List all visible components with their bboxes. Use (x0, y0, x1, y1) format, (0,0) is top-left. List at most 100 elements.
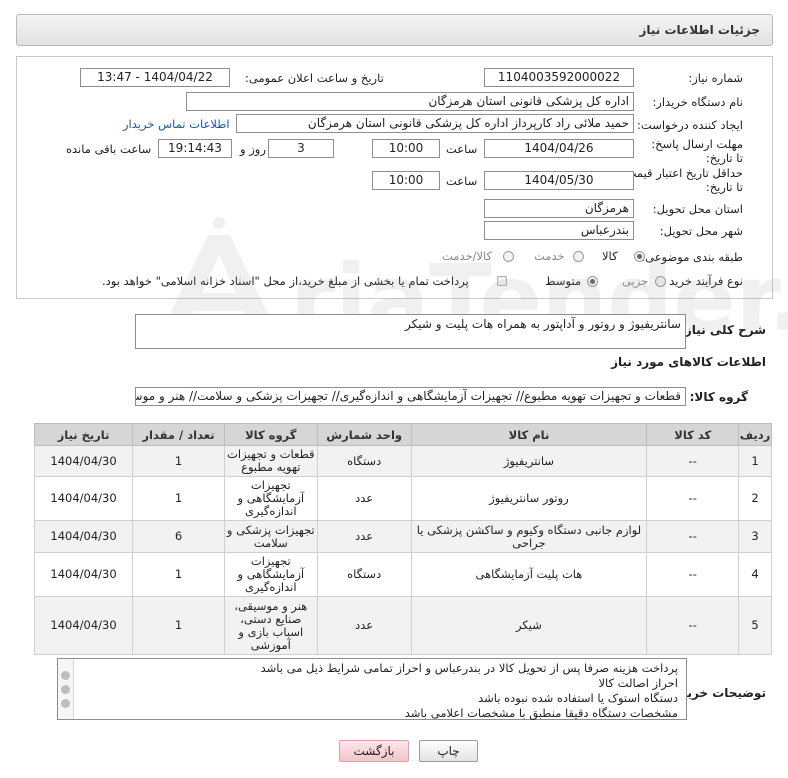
category-label: طبقه بندی موضوعی: (641, 250, 743, 264)
table-row[interactable]: 2 -- روتور سانتریفیوژ عدد تجهیزات آزمایش… (33, 476, 772, 521)
scroll-dot-icon (61, 671, 70, 680)
table-row[interactable]: 1 -- سانتریفیوژ دستگاه قطعات و تجهیزات ت… (33, 445, 772, 477)
creator-label: ایجاد کننده درخواست: (637, 118, 743, 132)
notes-line: دستگاه استوک یا استفاده شده نبوده باشد (478, 691, 678, 705)
cell-qty: 1 (132, 596, 225, 655)
col-code: کد کالا (646, 423, 740, 446)
goods-section-title: اطلاعات کالاهای مورد نیاز (611, 355, 766, 369)
category-goods-radio[interactable] (634, 251, 645, 262)
category-service-radio[interactable] (573, 251, 584, 262)
cell-date: 1404/04/30 (33, 476, 134, 521)
goods-table: ردیف کد کالا نام کالا واحد شمارش گروه کا… (33, 423, 772, 655)
remaining-time-label: ساعت باقی مانده (66, 142, 152, 156)
summary-textarea[interactable]: سانتریفیوژ و روتور و آداپتور به همراه ها… (135, 314, 686, 349)
col-qty: تعداد / مقدار (132, 423, 225, 446)
province-label: استان محل تحویل: (652, 202, 743, 216)
cell-group: قطعات و تجهیزات تهویه مطبوع (223, 445, 318, 477)
print-button[interactable]: چاپ (419, 740, 478, 762)
col-unit: واحد شمارش (316, 423, 412, 446)
notes-line: پرداخت هزینه صرفا پس از تحویل کالا در بن… (260, 661, 678, 675)
cell-code: -- (646, 552, 740, 597)
table-row[interactable]: 4 -- هات پلیت آزمایشگاهی دستگاه تجهیزات … (33, 552, 772, 597)
treasury-payment-checkbox[interactable] (497, 276, 507, 286)
cell-name: هات پلیت آزمایشگاهی (410, 552, 648, 597)
days-label: روز و (240, 142, 266, 156)
cell-group: تجهیزات آزمایشگاهی و اندازه‌گیری (223, 552, 318, 597)
buyer-contact-link[interactable]: اطلاعات تماس خریدار (123, 117, 230, 131)
cell-date: 1404/04/30 (33, 520, 134, 553)
cell-unit: عدد (316, 520, 412, 553)
cell-code: -- (646, 520, 740, 553)
col-date: تاریخ نیاز (33, 423, 134, 446)
cell-name: شیکر (410, 596, 648, 655)
cell-qty: 1 (132, 476, 225, 521)
cell-code: -- (646, 596, 740, 655)
cell-row: 1 (738, 445, 772, 477)
announce-datetime-field: 1404/04/22 - 13:47 (80, 68, 230, 87)
creator-field: حمید ملائی راد کارپرداز اداره کل پزشکی ق… (236, 114, 634, 133)
goods-table-header: ردیف کد کالا نام کالا واحد شمارش گروه کا… (33, 423, 772, 446)
city-label: شهر محل تحویل: (659, 224, 743, 238)
need-number-label: شماره نیاز: (688, 71, 743, 85)
cell-date: 1404/04/30 (33, 445, 134, 477)
purchase-minor-label: جزیی (622, 274, 649, 288)
cell-group: تجهیزات آزمایشگاهی و اندازه‌گیری (223, 476, 318, 521)
validity-date-field: 1404/05/30 (484, 171, 634, 190)
cell-name: سانتریفیوژ (410, 445, 648, 477)
summary-label: شرح کلی نیاز: (680, 323, 766, 337)
cell-unit: دستگاه (316, 552, 412, 597)
cell-qty: 1 (132, 445, 225, 477)
buyer-org-label: نام دستگاه خریدار: (652, 95, 743, 109)
cell-row: 5 (738, 596, 772, 655)
province-field: هرمزگان (484, 199, 634, 218)
remaining-time-field: 19:14:43 (158, 139, 232, 158)
purchase-type-label: نوع فرآیند خرید : (661, 274, 743, 288)
goods-group-label: گروه کالا: (689, 390, 748, 404)
cell-unit: دستگاه (316, 445, 412, 477)
scroll-dot-icon (61, 699, 70, 708)
notes-scrollbar[interactable] (58, 659, 74, 719)
reply-date-field: 1404/04/26 (484, 139, 634, 158)
cell-row: 2 (738, 476, 772, 521)
cell-row: 3 (738, 520, 772, 553)
cell-code: -- (646, 445, 740, 477)
table-row[interactable]: 5 -- شیکر عدد هنر و موسیقی، صنایع دستی، … (33, 596, 772, 655)
notes-line: مشخصات دستگاه دقیقا منطبق با مشخصات اعلا… (404, 706, 678, 720)
cell-unit: عدد (316, 596, 412, 655)
purchase-medium-label: متوسط (545, 274, 582, 288)
need-number-field: 1104003592000022 (484, 68, 634, 87)
notes-line: احراز اصالت کالا (598, 676, 678, 690)
table-row[interactable]: 3 -- لوازم جانبی دستگاه وکیوم و ساکشن پز… (33, 520, 772, 553)
validity-time-field: 10:00 (372, 171, 440, 190)
cell-name: لوازم جانبی دستگاه وکیوم و ساکشن پزشکی ی… (410, 520, 648, 553)
cell-row: 4 (738, 552, 772, 597)
cell-group: هنر و موسیقی، صنایع دستی، اسباب بازی و آ… (223, 596, 318, 655)
buyer-notes-textarea[interactable]: پرداخت هزینه صرفا پس از تحویل کالا در بن… (57, 658, 687, 720)
reply-deadline-label: مهلت ارسال پاسخ: تا تاریخ: (651, 137, 743, 165)
category-goods-service-label: کالا/خدمت (442, 249, 493, 263)
cell-date: 1404/04/30 (33, 596, 134, 655)
col-group: گروه کالا (223, 423, 318, 446)
city-field: بندرعباس (484, 221, 634, 240)
remaining-days-field: 3 (268, 139, 334, 158)
category-goods-service-radio[interactable] (503, 251, 514, 262)
validity-time-label: ساعت (446, 174, 478, 188)
cell-date: 1404/04/30 (33, 552, 134, 597)
purchase-minor-radio[interactable] (655, 276, 666, 287)
cell-group: تجهیزات پزشکی و سلامت (223, 520, 318, 553)
cell-code: -- (646, 476, 740, 521)
announce-datetime-label: تاریخ و ساعت اعلان عمومی: (245, 71, 384, 85)
col-name: نام کالا (410, 423, 648, 446)
purchase-medium-radio[interactable] (587, 276, 598, 287)
cell-qty: 6 (132, 520, 225, 553)
back-button[interactable]: بازگشت (339, 740, 409, 762)
category-service-label: خدمت (534, 249, 565, 263)
buyer-org-field: اداره کل پزشکی قانونی استان هرمزگان (186, 92, 634, 111)
page-title: جزئیات اطلاعات نیاز (639, 23, 760, 37)
cell-name: روتور سانتریفیوژ (410, 476, 648, 521)
category-goods-label: کالا (602, 249, 618, 263)
page-header: جزئیات اطلاعات نیاز (16, 14, 773, 46)
cell-unit: عدد (316, 476, 412, 521)
scroll-dot-icon (61, 685, 70, 694)
reply-time-field: 10:00 (372, 139, 440, 158)
